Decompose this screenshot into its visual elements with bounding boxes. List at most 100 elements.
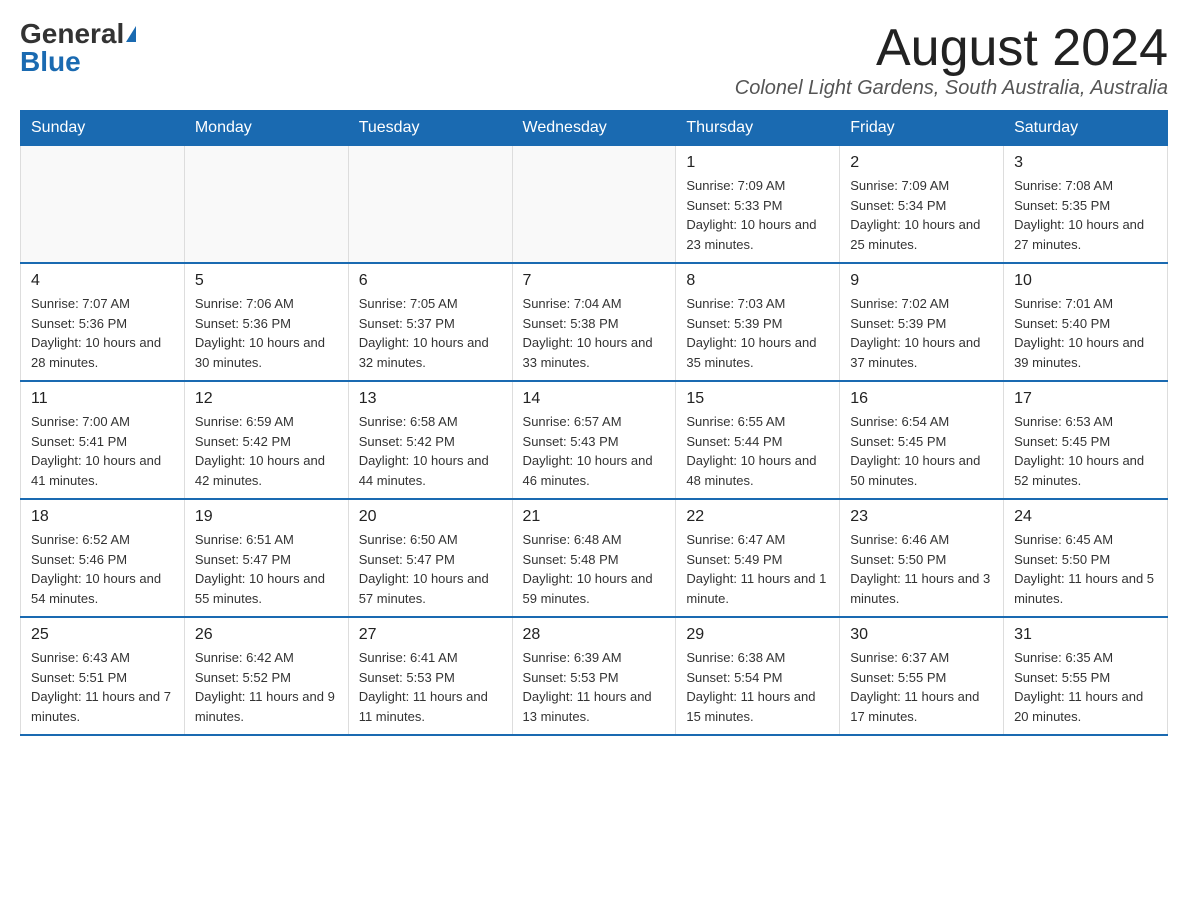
day-of-week-header: Sunday (21, 111, 185, 146)
day-info: Sunrise: 7:06 AMSunset: 5:36 PMDaylight:… (195, 294, 338, 372)
day-info: Sunrise: 6:48 AMSunset: 5:48 PMDaylight:… (523, 530, 666, 608)
day-number: 18 (31, 508, 174, 526)
calendar-day-cell (348, 146, 512, 264)
day-number: 7 (523, 272, 666, 290)
day-of-week-header: Tuesday (348, 111, 512, 146)
day-number: 17 (1014, 390, 1157, 408)
day-number: 5 (195, 272, 338, 290)
calendar-day-cell: 12 Sunrise: 6:59 AMSunset: 5:42 PMDayligh… (184, 381, 348, 499)
calendar-day-cell: 11Sunrise: 7:00 AMSunset: 5:41 PMDayligh… (21, 381, 185, 499)
calendar-day-cell: 2Sunrise: 7:09 AMSunset: 5:34 PMDaylight… (840, 146, 1004, 264)
day-number: 29 (686, 626, 829, 644)
day-info: Sunrise: 6:35 AMSunset: 5:55 PMDaylight:… (1014, 648, 1157, 726)
calendar-week-row: 4 Sunrise: 7:07 AMSunset: 5:36 PMDaylight… (21, 263, 1168, 381)
day-number: 9 (850, 272, 993, 290)
calendar-day-cell: 18 Sunrise: 6:52 AMSunset: 5:46 PMDayligh… (21, 499, 185, 617)
calendar-day-cell (184, 146, 348, 264)
calendar-week-row: 1 Sunrise: 7:09 AMSunset: 5:33 PMDaylight… (21, 146, 1168, 264)
day-info: Sunrise: 6:59 AMSunset: 5:42 PMDaylight:… (195, 412, 338, 490)
day-info: Sunrise: 7:03 AMSunset: 5:39 PMDaylight:… (686, 294, 829, 372)
calendar-day-cell: 15 Sunrise: 6:55 AMSunset: 5:44 PMDayligh… (676, 381, 840, 499)
day-number: 4 (31, 272, 174, 290)
calendar-week-row: 25 Sunrise: 6:43 AMSunset: 5:51 PMDayligh… (21, 617, 1168, 735)
day-number: 27 (359, 626, 502, 644)
calendar-day-cell: 26Sunrise: 6:42 AMSunset: 5:52 PMDayligh… (184, 617, 348, 735)
day-info: Sunrise: 7:08 AMSunset: 5:35 PMDaylight:… (1014, 176, 1157, 254)
day-info: Sunrise: 6:46 AMSunset: 5:50 PMDaylight:… (850, 530, 993, 608)
calendar-day-cell: 7Sunrise: 7:04 AMSunset: 5:38 PMDaylight… (512, 263, 676, 381)
calendar-day-cell: 16Sunrise: 6:54 AMSunset: 5:45 PMDayligh… (840, 381, 1004, 499)
day-info: Sunrise: 6:57 AMSunset: 5:43 PMDaylight:… (523, 412, 666, 490)
calendar-day-cell: 1 Sunrise: 7:09 AMSunset: 5:33 PMDaylight… (676, 146, 840, 264)
day-number: 6 (359, 272, 502, 290)
day-info: Sunrise: 6:47 AMSunset: 5:49 PMDaylight:… (686, 530, 829, 608)
logo: General Blue (20, 20, 136, 76)
calendar-day-cell: 30 Sunrise: 6:37 AMSunset: 5:55 PMDayligh… (840, 617, 1004, 735)
day-of-week-header: Wednesday (512, 111, 676, 146)
calendar-week-row: 11Sunrise: 7:00 AMSunset: 5:41 PMDayligh… (21, 381, 1168, 499)
logo-triangle-icon (126, 26, 136, 42)
calendar-day-cell: 25 Sunrise: 6:43 AMSunset: 5:51 PMDayligh… (21, 617, 185, 735)
day-info: Sunrise: 6:50 AMSunset: 5:47 PMDaylight:… (359, 530, 502, 608)
day-info: Sunrise: 6:39 AMSunset: 5:53 PMDaylight:… (523, 648, 666, 726)
day-info: Sunrise: 6:53 AMSunset: 5:45 PMDaylight:… (1014, 412, 1157, 490)
day-info: Sunrise: 6:55 AMSunset: 5:44 PMDaylight:… (686, 412, 829, 490)
day-info: Sunrise: 7:09 AMSunset: 5:33 PMDaylight:… (686, 176, 829, 254)
calendar-day-cell: 31 Sunrise: 6:35 AMSunset: 5:55 PMDayligh… (1004, 617, 1168, 735)
day-info: Sunrise: 6:52 AMSunset: 5:46 PMDaylight:… (31, 530, 174, 608)
day-info: Sunrise: 6:54 AMSunset: 5:45 PMDaylight:… (850, 412, 993, 490)
title-block: August 2024 Colonel Light Gardens, South… (735, 20, 1168, 100)
day-of-week-header: Monday (184, 111, 348, 146)
calendar-day-cell: 23 Sunrise: 6:46 AMSunset: 5:50 PMDayligh… (840, 499, 1004, 617)
calendar-day-cell: 24 Sunrise: 6:45 AMSunset: 5:50 PMDayligh… (1004, 499, 1168, 617)
day-number: 28 (523, 626, 666, 644)
calendar-day-cell: 3 Sunrise: 7:08 AMSunset: 5:35 PMDaylight… (1004, 146, 1168, 264)
calendar-header: SundayMondayTuesdayWednesdayThursdayFrid… (21, 111, 1168, 146)
day-number: 3 (1014, 154, 1157, 172)
calendar-day-cell (21, 146, 185, 264)
day-number: 1 (686, 154, 829, 172)
day-number: 30 (850, 626, 993, 644)
day-number: 15 (686, 390, 829, 408)
day-info: Sunrise: 7:00 AMSunset: 5:41 PMDaylight:… (31, 412, 174, 490)
calendar-week-row: 18 Sunrise: 6:52 AMSunset: 5:46 PMDayligh… (21, 499, 1168, 617)
calendar-day-cell: 27 Sunrise: 6:41 AMSunset: 5:53 PMDayligh… (348, 617, 512, 735)
calendar-day-cell: 9 Sunrise: 7:02 AMSunset: 5:39 PMDaylight… (840, 263, 1004, 381)
calendar-day-cell: 14Sunrise: 6:57 AMSunset: 5:43 PMDayligh… (512, 381, 676, 499)
calendar-day-cell: 19Sunrise: 6:51 AMSunset: 5:47 PMDayligh… (184, 499, 348, 617)
calendar-day-cell: 8 Sunrise: 7:03 AMSunset: 5:39 PMDaylight… (676, 263, 840, 381)
day-info: Sunrise: 6:38 AMSunset: 5:54 PMDaylight:… (686, 648, 829, 726)
day-number: 25 (31, 626, 174, 644)
calendar-day-cell (512, 146, 676, 264)
month-year-title: August 2024 (735, 20, 1168, 77)
day-info: Sunrise: 6:51 AMSunset: 5:47 PMDaylight:… (195, 530, 338, 608)
day-number: 20 (359, 508, 502, 526)
day-number: 23 (850, 508, 993, 526)
day-number: 8 (686, 272, 829, 290)
calendar-day-cell: 5 Sunrise: 7:06 AMSunset: 5:36 PMDaylight… (184, 263, 348, 381)
day-number: 22 (686, 508, 829, 526)
logo-general: General (20, 20, 124, 48)
calendar-day-cell: 17 Sunrise: 6:53 AMSunset: 5:45 PMDayligh… (1004, 381, 1168, 499)
day-info: Sunrise: 6:43 AMSunset: 5:51 PMDaylight:… (31, 648, 174, 726)
day-info: Sunrise: 6:58 AMSunset: 5:42 PMDaylight:… (359, 412, 502, 490)
day-info: Sunrise: 6:45 AMSunset: 5:50 PMDaylight:… (1014, 530, 1157, 608)
day-number: 10 (1014, 272, 1157, 290)
calendar-day-cell: 22 Sunrise: 6:47 AMSunset: 5:49 PMDayligh… (676, 499, 840, 617)
calendar-body: 1 Sunrise: 7:09 AMSunset: 5:33 PMDaylight… (21, 146, 1168, 736)
day-info: Sunrise: 7:02 AMSunset: 5:39 PMDaylight:… (850, 294, 993, 372)
day-number: 26 (195, 626, 338, 644)
calendar-day-cell: 28 Sunrise: 6:39 AMSunset: 5:53 PMDayligh… (512, 617, 676, 735)
day-number: 31 (1014, 626, 1157, 644)
day-number: 24 (1014, 508, 1157, 526)
calendar-day-cell: 21 Sunrise: 6:48 AMSunset: 5:48 PMDayligh… (512, 499, 676, 617)
day-info: Sunrise: 6:37 AMSunset: 5:55 PMDaylight:… (850, 648, 993, 726)
day-of-week-header: Friday (840, 111, 1004, 146)
day-number: 12 (195, 390, 338, 408)
logo-blue: Blue (20, 48, 81, 76)
day-info: Sunrise: 7:07 AMSunset: 5:36 PMDaylight:… (31, 294, 174, 372)
day-info: Sunrise: 6:41 AMSunset: 5:53 PMDaylight:… (359, 648, 502, 726)
location-subtitle: Colonel Light Gardens, South Australia, … (735, 77, 1168, 100)
day-number: 21 (523, 508, 666, 526)
calendar-day-cell: 20 Sunrise: 6:50 AMSunset: 5:47 PMDayligh… (348, 499, 512, 617)
